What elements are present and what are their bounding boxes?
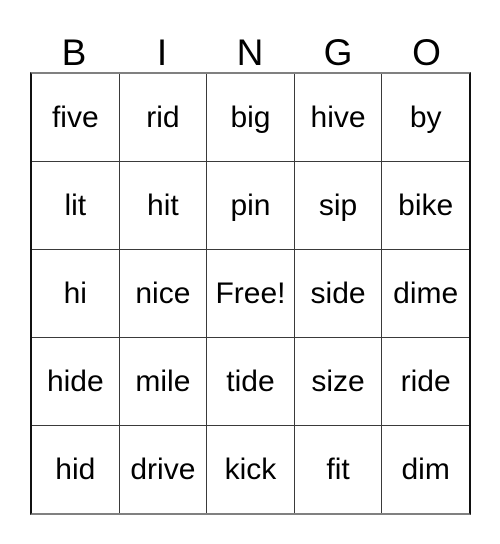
bingo-cell-n2[interactable]: pin [207,162,295,249]
bingo-row: hid drive kick fit dim [32,426,469,513]
bingo-header-letter-g: G [323,32,353,73]
bingo-cell-i4[interactable]: mile [119,338,208,425]
bingo-cell-o3[interactable]: dime [382,250,469,337]
bingo-header-row: B I N G O [30,20,471,72]
bingo-cell-i1[interactable]: rid [119,74,208,161]
bingo-header-letter-n: N [236,32,264,73]
bingo-row: hide mile tide size ride [32,338,469,426]
bingo-cell-o1[interactable]: by [382,74,469,161]
bingo-cell-g2[interactable]: sip [294,162,383,249]
bingo-cell-b5[interactable]: hid [32,426,120,513]
bingo-cell-n4[interactable]: tide [207,338,295,425]
bingo-row: hi nice Free! side dime [32,250,469,338]
bingo-row: lit hit pin sip bike [32,162,469,250]
bingo-cell-o2[interactable]: bike [382,162,469,249]
bingo-row: five rid big hive by [32,74,469,162]
bingo-header-letter-o: O [412,32,441,73]
bingo-cell-b1[interactable]: five [32,74,120,161]
bingo-cell-i2[interactable]: hit [119,162,208,249]
bingo-cell-n1[interactable]: big [207,74,295,161]
bingo-header-letter-i: I [156,32,168,73]
bingo-cell-i5[interactable]: drive [119,426,208,513]
bingo-cell-g4[interactable]: size [294,338,383,425]
bingo-header-letter-b: B [61,32,87,73]
bingo-cell-b3[interactable]: hi [32,250,120,337]
bingo-cell-n5[interactable]: kick [207,426,295,513]
bingo-grid: five rid big hive by lit hit pin sip bik… [30,72,471,515]
bingo-cell-g3[interactable]: side [294,250,383,337]
bingo-cell-o5[interactable]: dim [382,426,469,513]
bingo-cell-g5[interactable]: fit [294,426,383,513]
bingo-card: B I N G O five rid big hive by lit hit p… [30,20,471,515]
bingo-cell-o4[interactable]: ride [382,338,469,425]
bingo-cell-g1[interactable]: hive [294,74,383,161]
bingo-cell-i3[interactable]: nice [119,250,208,337]
bingo-cell-b2[interactable]: lit [32,162,120,249]
bingo-cell-free-space[interactable]: Free! [207,250,295,337]
bingo-cell-b4[interactable]: hide [32,338,120,425]
